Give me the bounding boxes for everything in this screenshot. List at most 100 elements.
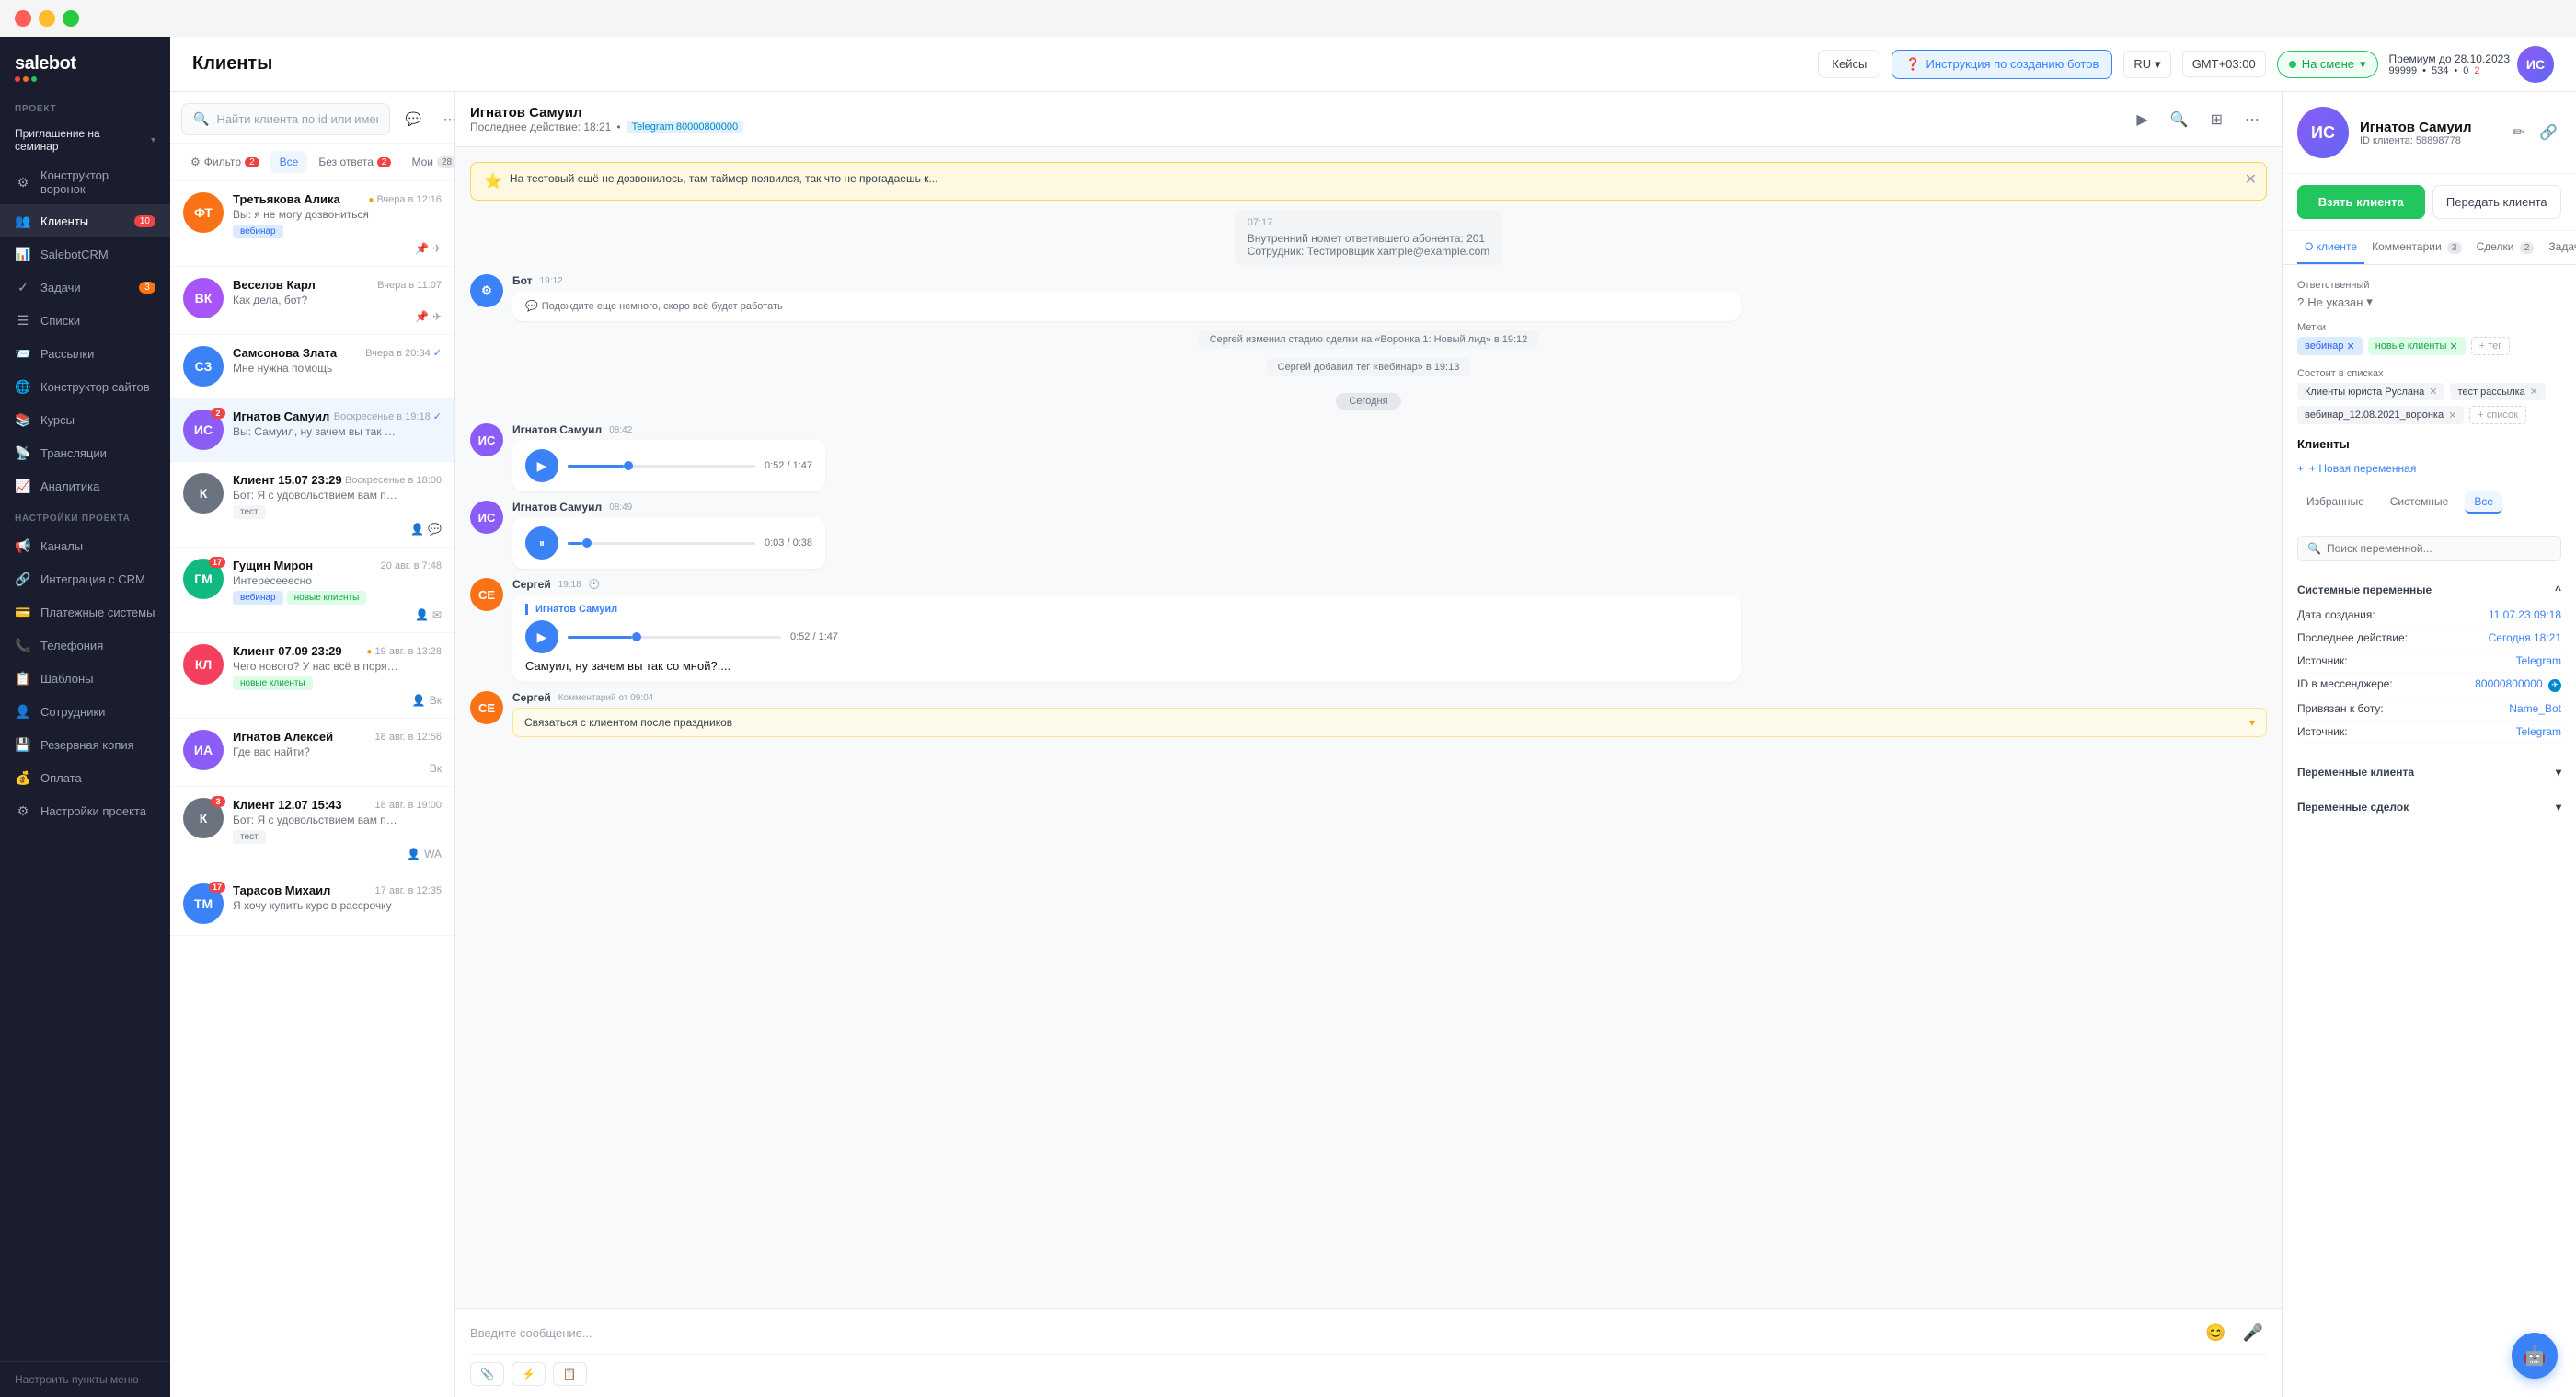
- audio-progress-2[interactable]: [568, 542, 755, 545]
- message-input[interactable]: [470, 1326, 2192, 1340]
- right-tab-comments[interactable]: Комментарии 3: [2364, 231, 2469, 264]
- user-avatar[interactable]: ИС: [2517, 46, 2554, 83]
- search-chat-button[interactable]: 🔍: [2163, 105, 2196, 134]
- sidebar-item-channels[interactable]: 📢 Каналы: [0, 529, 170, 562]
- list-item[interactable]: КЛ Клиент 07.09 23:29 ● 19 авг. в 13:28 …: [170, 633, 454, 719]
- client-name: Самсонова Злата: [233, 346, 337, 360]
- client-msg: Мне нужна помощь: [233, 362, 398, 375]
- layout-button[interactable]: ⊞: [2203, 105, 2230, 134]
- deal-variables-toggle[interactable]: Переменные сделок ▾: [2297, 801, 2561, 814]
- list-item[interactable]: ГМ 17 Гущин Мирон 20 авг. в 7:48 Интерес…: [170, 548, 454, 633]
- transfer-client-button[interactable]: Передать клиента: [2432, 185, 2562, 219]
- remove-list-webinar-funnel-button[interactable]: ✕: [2448, 410, 2456, 421]
- comment-expand-icon[interactable]: ▾: [2249, 716, 2255, 729]
- filter-tab-all[interactable]: Все: [270, 151, 308, 173]
- filter-tab-filter[interactable]: ⚙ Фильтр 2: [181, 151, 269, 173]
- sidebar-item-broadcasts[interactable]: 📨 Рассылки: [0, 337, 170, 370]
- telegram-icon: ✈: [2548, 679, 2561, 692]
- filter-tab-no-answer[interactable]: Без ответа 2: [309, 151, 400, 173]
- sidebar-item-crm[interactable]: 📊 SalebotCRM: [0, 237, 170, 271]
- logo: salebot: [0, 37, 170, 93]
- remove-list-jurist-button[interactable]: ✕: [2429, 386, 2437, 398]
- remove-list-test-mailing-button[interactable]: ✕: [2530, 386, 2538, 398]
- fwd-audio-player: ▶ 0:52 / 1:47: [525, 620, 838, 653]
- var-tab-favorites[interactable]: Избранные: [2297, 491, 2374, 514]
- link-client-button[interactable]: 🔗: [2536, 120, 2561, 145]
- templates-button[interactable]: 📋: [553, 1362, 587, 1386]
- close-button[interactable]: [15, 10, 31, 27]
- minimize-button[interactable]: [39, 10, 55, 27]
- search-input[interactable]: [216, 112, 378, 126]
- sidebar-item-billing[interactable]: 💰 Оплата: [0, 761, 170, 794]
- play-fwd-button[interactable]: ▶: [525, 620, 558, 653]
- responsible-select[interactable]: ? Не указан ▾: [2297, 294, 2561, 309]
- sidebar-item-broadcasts-live[interactable]: 📡 Трансляции: [0, 436, 170, 469]
- attach-button[interactable]: 📎: [470, 1362, 504, 1386]
- analytics-icon: 📈: [15, 478, 31, 494]
- sidebar: salebot ПРОЕКТ Приглашение на семинар ▾ …: [0, 37, 170, 1397]
- sidebar-item-lists[interactable]: ☰ Списки: [0, 304, 170, 337]
- setup-menu-link[interactable]: Настроить пункты меню: [15, 1373, 155, 1386]
- language-selector[interactable]: RU ▾: [2123, 51, 2170, 78]
- list-item[interactable]: ВК Веселов Карл Вчера в 11:07 Как дела, …: [170, 267, 454, 335]
- var-tab-system[interactable]: Системные: [2381, 491, 2458, 514]
- add-tag-button[interactable]: + тег: [2471, 337, 2511, 355]
- sidebar-item-project-settings[interactable]: ⚙ Настройки проекта: [0, 794, 170, 827]
- sidebar-item-templates[interactable]: 📋 Шаблоны: [0, 662, 170, 695]
- sidebar-item-courses[interactable]: 📚 Курсы: [0, 403, 170, 436]
- list-item[interactable]: ТМ 17 Тарасов Михаил 17 авг. в 12:35 Я х…: [170, 872, 454, 936]
- var-tab-all[interactable]: Все: [2465, 491, 2502, 514]
- sidebar-item-tasks[interactable]: ✓ Задачи 3: [0, 271, 170, 304]
- channels-icon: 📢: [15, 537, 31, 554]
- sidebar-item-clients[interactable]: 👥 Клиенты 10: [0, 204, 170, 237]
- add-list-button[interactable]: + список: [2469, 406, 2526, 424]
- right-tab-deals[interactable]: Сделки 2: [2469, 231, 2542, 264]
- bot-sender: Бот: [512, 274, 533, 287]
- emoji-button[interactable]: 😊: [2202, 1320, 2229, 1346]
- right-tab-tasks[interactable]: Задачи 4: [2541, 231, 2576, 264]
- cases-button[interactable]: Кейсы: [1818, 50, 1880, 78]
- quick-replies-button[interactable]: ⚡: [512, 1362, 546, 1386]
- sidebar-item-site-builder[interactable]: 🌐 Конструктор сайтов: [0, 370, 170, 403]
- project-name[interactable]: Приглашение на семинар ▾: [0, 120, 170, 160]
- more-button[interactable]: ⋯: [2237, 105, 2267, 134]
- add-variable-button[interactable]: + + Новая переменная: [2297, 458, 2561, 479]
- sidebar-item-employees[interactable]: 👤 Сотрудники: [0, 695, 170, 728]
- fwd-audio-progress[interactable]: [568, 636, 781, 639]
- audio-progress-1[interactable]: [568, 465, 755, 468]
- list-item[interactable]: ИА Игнатов Алексей 18 авг. в 12:56 Где в…: [170, 719, 454, 787]
- list-item[interactable]: ИС 2 Игнатов Самуил Воскресенье в 19:18 …: [170, 398, 454, 462]
- sidebar-item-backup[interactable]: 💾 Резервная копия: [0, 728, 170, 761]
- progress-fill-2: [568, 542, 582, 545]
- sidebar-item-analytics[interactable]: 📈 Аналитика: [0, 469, 170, 502]
- right-tab-about[interactable]: О клиенте: [2297, 231, 2364, 264]
- list-item[interactable]: СЗ Самсонова Злата Вчера в 20:34 ✓ Мне н…: [170, 335, 454, 398]
- pause-audio2-button[interactable]: ⏸: [525, 526, 558, 560]
- sidebar-item-telephony[interactable]: 📞 Телефония: [0, 629, 170, 662]
- variable-search-input[interactable]: [2327, 542, 2551, 555]
- list-item[interactable]: ФТ Третьякова Алика ● Вчера в 12:16 Вы: …: [170, 181, 454, 267]
- take-client-button[interactable]: Взять клиента: [2297, 185, 2425, 219]
- play-audio1-button[interactable]: ▶: [525, 449, 558, 482]
- sidebar-item-payments[interactable]: 💳 Платежные системы: [0, 595, 170, 629]
- status-button[interactable]: На смене ▾: [2277, 51, 2378, 78]
- sidebar-item-crm-integration[interactable]: 🔗 Интеграция с CRM: [0, 562, 170, 595]
- filter-tab-mine[interactable]: Мои 28: [402, 151, 454, 173]
- instruction-button[interactable]: ❓ Инструкция по созданию ботов: [1892, 50, 2112, 79]
- remove-tag-webinar-button[interactable]: ✕: [2346, 341, 2354, 352]
- list-item[interactable]: К 3 Клиент 12.07 15:43 18 авг. в 19:00 Б…: [170, 787, 454, 872]
- chat-icon-button[interactable]: 💬: [397, 108, 428, 131]
- client-variables-toggle[interactable]: Переменные клиента ▾: [2297, 766, 2561, 779]
- sidebar-item-funnel-builder[interactable]: ⚙ Конструктор воронок: [0, 160, 170, 204]
- progress-dot-1: [624, 461, 633, 470]
- collapse-icon[interactable]: ^: [2555, 583, 2561, 596]
- play-button[interactable]: ▶: [2129, 105, 2155, 134]
- remove-tag-new-clients-button[interactable]: ✕: [2449, 341, 2457, 352]
- chat-bot-button[interactable]: 🤖: [2512, 1333, 2558, 1379]
- close-notification-button[interactable]: ✕: [2245, 170, 2257, 189]
- maximize-button[interactable]: [63, 10, 79, 27]
- microphone-button[interactable]: 🎤: [2239, 1320, 2267, 1346]
- star-icon: ⭐: [484, 172, 502, 190]
- edit-client-button[interactable]: ✏: [2509, 120, 2528, 145]
- list-item[interactable]: К Клиент 15.07 23:29 Воскресенье в 18:00…: [170, 462, 454, 548]
